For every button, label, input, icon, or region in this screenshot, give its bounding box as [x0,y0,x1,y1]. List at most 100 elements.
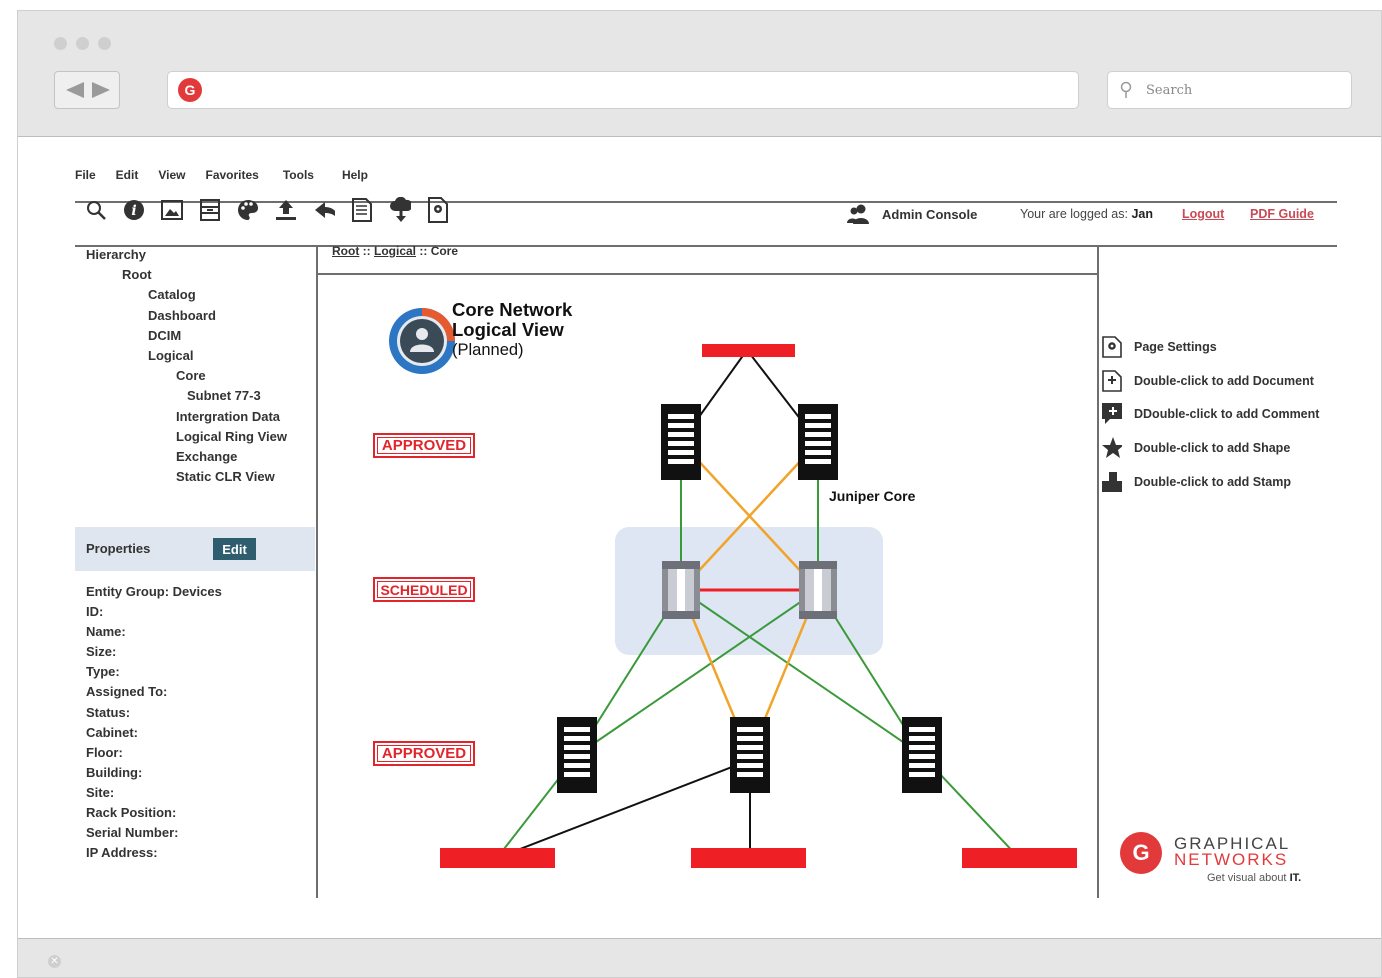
window-close-dot[interactable] [54,37,67,50]
users-icon [847,204,869,224]
menu-favorites[interactable]: Favorites [205,168,258,182]
search-input[interactable]: Search [1107,71,1352,109]
approved-stamp[interactable]: APPROVED [373,433,475,458]
add-comment-item[interactable]: DDouble-click to add Comment [1102,403,1319,425]
tree-item-dcim[interactable]: DCIM [86,326,287,346]
search-icon[interactable] [85,198,107,222]
add-stamp-item[interactable]: Double-click to add Stamp [1102,471,1291,493]
add-shape-item[interactable]: Double-click to add Shape [1102,437,1290,459]
brand-mark-icon: G [1120,832,1162,874]
approved-stamp[interactable]: APPROVED [373,741,475,766]
menu-help[interactable]: Help [342,168,368,182]
breadcrumb-divider [318,273,1098,275]
tree-item-exchange[interactable]: Exchange [86,447,287,467]
breadcrumb-root-link[interactable]: Root [332,244,359,258]
diagram-title-line2: Logical View [452,319,564,340]
add-document-item[interactable]: Double-click to add Document [1102,370,1314,392]
logout-link[interactable]: Logout [1182,207,1224,221]
menu-edit[interactable]: Edit [116,168,139,182]
page-settings-item[interactable]: Page Settings [1102,336,1217,358]
menu-bar: File Edit View Favorites Tools Help [75,168,388,182]
add-document-label: Double-click to add Document [1134,374,1314,388]
hierarchy-tree: Hierarchy Root Catalog Dashboard DCIM Lo… [86,245,287,487]
property-field: Size: [86,644,117,660]
search-icon [1120,81,1132,98]
hierarchy-title: Hierarchy [86,247,146,262]
add-comment-icon [1102,403,1122,425]
menu-tools[interactable]: Tools [283,168,314,182]
admin-console-link[interactable]: Admin Console [846,204,977,224]
add-document-icon [1102,370,1122,392]
stamp-icon [1102,471,1122,493]
username: Jan [1131,207,1153,221]
property-field: Type: [86,664,120,680]
document-icon[interactable] [351,198,373,222]
tree-item-subnet[interactable]: Subnet 77-3 [86,386,287,406]
tree-item-logical-ring-view[interactable]: Logical Ring View [86,427,287,447]
properties-list: Entity Group: Devices ID: Name: Size: Ty… [86,582,222,863]
right-column-divider [1097,246,1099,898]
archive-icon[interactable] [199,198,221,222]
property-field: Cabinet: [86,724,138,740]
upload-icon[interactable] [275,198,297,222]
window-maximize-dot[interactable] [98,37,111,50]
property-field: Serial Number: [86,825,179,841]
property-field: Status: [86,704,131,720]
address-bar[interactable]: G [167,71,1079,109]
reply-icon[interactable] [313,198,335,222]
edit-button[interactable]: Edit [213,538,256,560]
add-comment-label: DDouble-click to add Comment [1134,407,1320,421]
property-field: Building: [86,764,143,780]
svg-text:i: i [131,203,136,219]
tree-item-integration-data[interactable]: Intergration Data [86,407,287,427]
property-field: Rack Position: [86,805,177,821]
tree-item-static-clr-view[interactable]: Static CLR View [86,467,287,487]
tree-item-catalog[interactable]: Catalog [86,285,287,305]
menu-file[interactable]: File [75,168,96,182]
diagram-title: Core Network Logical View (Planned) [452,300,572,360]
window-minimize-dot[interactable] [76,37,89,50]
page-settings-label: Page Settings [1134,340,1217,354]
diagram-subtitle: (Planned) [452,341,524,359]
add-stamp-label: Double-click to add Stamp [1134,475,1291,489]
menu-view[interactable]: View [158,168,185,182]
close-icon[interactable]: ✕ [48,955,61,968]
page-settings-icon [1102,336,1122,358]
site-logo-icon: G [178,78,202,102]
tree-item-dashboard[interactable]: Dashboard [86,306,287,326]
property-field: IP Address: [86,845,158,861]
image-icon[interactable] [161,198,183,222]
breadcrumb-separator: :: [359,244,374,258]
juniper-core-label: Juniper Core [829,488,916,504]
add-shape-label: Double-click to add Shape [1134,441,1291,455]
tree-item-logical[interactable]: Logical [86,346,287,366]
forward-icon[interactable] [90,80,112,100]
pdf-guide-link[interactable]: PDF Guide [1250,207,1314,221]
cloud-download-icon[interactable] [389,197,411,222]
brand-tagline-text: Get visual about [1207,872,1287,884]
properties-title: Properties [86,541,151,556]
search-placeholder: Search [1146,83,1193,98]
brand-tagline: Get visual about IT. [1207,872,1301,884]
breadcrumb-current: Core [430,244,459,258]
tree-item-core[interactable]: Core [86,366,287,386]
brand-tagline-bold: IT. [1289,872,1302,884]
brand-line2: NETWORKS [1174,850,1289,869]
back-forward-buttons[interactable] [54,71,120,109]
palette-icon[interactable] [237,198,259,222]
scheduled-stamp[interactable]: SCHEDULED [373,577,475,602]
left-column-divider [316,246,318,898]
browser-status-bar: ✕ [18,938,1381,977]
property-field: Name: [86,624,126,640]
property-field: Entity Group: Devices [86,584,222,599]
info-icon[interactable]: i [123,198,145,222]
star-icon [1102,437,1122,459]
property-field: Floor: [86,744,123,760]
settings-page-icon[interactable] [427,197,449,223]
login-status: Your are logged as: Jan [1020,207,1153,221]
property-field: ID: [86,604,104,620]
back-icon[interactable] [62,80,86,100]
breadcrumb: Root :: Logical :: Core [332,244,458,258]
breadcrumb-logical-link[interactable]: Logical [374,244,416,258]
tree-item-root[interactable]: Root [86,265,287,285]
